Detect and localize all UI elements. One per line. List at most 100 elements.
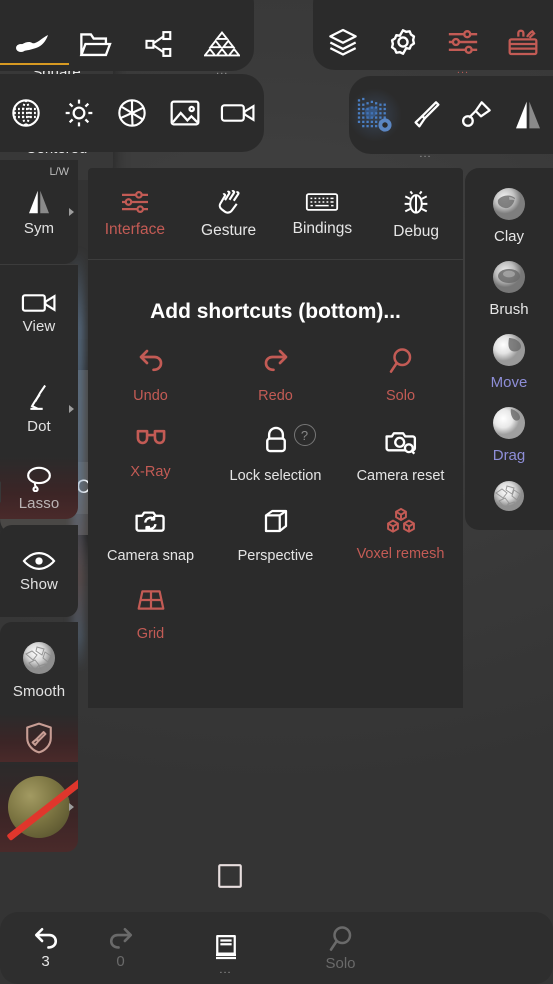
brush-item-clay[interactable]: Clay [465, 176, 553, 249]
undo-arrow-icon [135, 346, 167, 376]
topbar-item-background-image[interactable] [158, 74, 211, 152]
bottom-undo[interactable]: 3 [8, 912, 83, 984]
glasses-icon [134, 426, 168, 452]
top-left-secondary-toolbar [0, 74, 264, 152]
help-icon[interactable]: ? [293, 424, 316, 446]
shortcut-camera-snap[interactable]: Camera snap [88, 506, 213, 564]
topbar-item-interface-sliders[interactable]: ... [433, 0, 493, 76]
pixel-selection-gear-icon [355, 95, 395, 135]
sun-icon [63, 97, 95, 129]
shortcut-voxel-remesh[interactable]: Voxel remesh [338, 506, 463, 564]
shortcut-grid[interactable]: Grid [88, 586, 213, 642]
chevron-right-icon[interactable] [69, 803, 74, 811]
topbar-item-selection[interactable] [347, 76, 402, 154]
topbar-item-toolbox[interactable] [493, 0, 553, 70]
more-dots[interactable]: ... [457, 65, 469, 76]
topbar-item-topology[interactable] [127, 0, 191, 71]
rail-item-view[interactable]: View [0, 265, 78, 361]
top-right-toolbar: ... [313, 0, 553, 76]
page-title: Add shortcuts (bottom)... [150, 300, 401, 323]
shortcut-perspective[interactable]: Perspective [213, 506, 338, 564]
paint-roller-icon [461, 99, 493, 131]
settings-tab-bar: Interface Gesture Bindings Debug [88, 168, 463, 260]
brush-item-rough[interactable] [465, 468, 553, 524]
topbar-item-paint-brush[interactable]: ... [400, 76, 451, 160]
rail-item-label: Lasso [18, 495, 60, 512]
tab-debug[interactable]: Debug [369, 168, 463, 259]
shortcut-label: Solo [385, 388, 416, 404]
camera-snap-icon [134, 506, 168, 536]
tab-gesture[interactable]: Gesture [182, 168, 276, 259]
topbar-item-lighting[interactable] [53, 74, 106, 152]
chevron-right-icon[interactable] [69, 405, 74, 413]
popup-tail [0, 481, 1, 503]
sliders-icon [119, 189, 151, 215]
undo-count: 3 [41, 953, 50, 970]
tab-label: Bindings [292, 219, 353, 237]
rail-item-smooth[interactable]: Smooth [0, 622, 78, 714]
topbar-item-camera[interactable] [211, 74, 264, 152]
bottom-toolbar: 3 0 ... Solo [0, 912, 553, 984]
rail-item-label: Dot [27, 418, 51, 435]
keyboard-icon [305, 190, 339, 214]
brush-stroke-icon [24, 383, 54, 415]
more-dots[interactable]: ... [419, 149, 431, 160]
rail-item-label: Sym [23, 220, 55, 237]
layers-icon [327, 27, 359, 57]
rail-item-sym[interactable]: L/W Sym [0, 160, 78, 264]
voxel-cubes-icon [385, 506, 417, 534]
tab-interface[interactable]: Interface [88, 168, 182, 259]
shield-brush-icon [23, 721, 55, 755]
shortcut-label: Voxel remesh [356, 546, 445, 562]
shortcut-redo[interactable]: Redo [213, 346, 338, 404]
bottom-redo[interactable]: 0 [83, 912, 158, 984]
gear-icon [387, 26, 419, 58]
material-disabled-sphere-icon [6, 773, 78, 842]
topbar-item-mirror[interactable] [502, 76, 553, 154]
shortcut-label: Lock selection [229, 468, 322, 484]
topbar-item-settings[interactable] [373, 0, 433, 70]
shortcut-undo[interactable]: Undo [88, 346, 213, 404]
shortcut-solo[interactable]: Solo [338, 346, 463, 404]
shortcut-label: Perspective [237, 548, 314, 564]
mirror-triangles-icon [24, 187, 54, 217]
tab-bindings[interactable]: Bindings [276, 168, 370, 259]
topbar-item-scene[interactable]: ... [191, 0, 255, 77]
shortcut-grid: Undo Redo Solo X-Ray ? Lock selection Ca… [88, 346, 463, 642]
shortcut-label: Camera snap [106, 548, 195, 564]
more-dots[interactable]: ... [219, 965, 231, 976]
bottom-menu[interactable]: ... [188, 912, 263, 984]
topbar-item-layers[interactable] [313, 0, 373, 70]
shortcut-lock-selection[interactable]: ? Lock selection [213, 424, 338, 484]
redo-arrow-icon [105, 926, 137, 952]
square-swatch-icon[interactable] [212, 858, 248, 894]
eye-icon [22, 549, 56, 573]
rail-item-material[interactable] [0, 762, 78, 852]
brush-item-brush[interactable]: Brush [465, 249, 553, 322]
sliders-icon [446, 27, 480, 57]
rail-item-lasso[interactable]: Lasso [0, 457, 78, 519]
rail-item-mask-shield[interactable] [0, 714, 78, 762]
rail-item-dot[interactable]: Dot [0, 361, 78, 457]
move-preview [487, 328, 531, 372]
rail-item-show[interactable]: Show [0, 525, 78, 617]
rough-sphere-preview [487, 474, 531, 518]
topbar-item-post-process[interactable] [106, 74, 159, 152]
topbar-item-fill-brush[interactable] [451, 76, 502, 154]
toolbox-icon [506, 26, 540, 58]
brush-item-move[interactable]: Move [465, 322, 553, 395]
topbar-item-files[interactable] [64, 0, 128, 71]
shortcut-camera-reset[interactable]: Camera reset [338, 426, 463, 484]
drag-preview [487, 401, 531, 445]
image-icon [169, 98, 201, 128]
clay-blob-icon [14, 32, 50, 56]
tab-label: Debug [393, 222, 439, 240]
paintbrush-icon [411, 99, 441, 131]
aperture-icon [116, 97, 148, 129]
topbar-item-logo[interactable] [0, 0, 69, 71]
topbar-item-environment[interactable] [0, 74, 53, 152]
brush-item-drag[interactable]: Drag [465, 395, 553, 468]
bottom-solo[interactable]: Solo [303, 912, 378, 984]
chevron-right-icon[interactable] [69, 208, 74, 216]
shortcut-xray[interactable]: X-Ray [88, 426, 213, 484]
